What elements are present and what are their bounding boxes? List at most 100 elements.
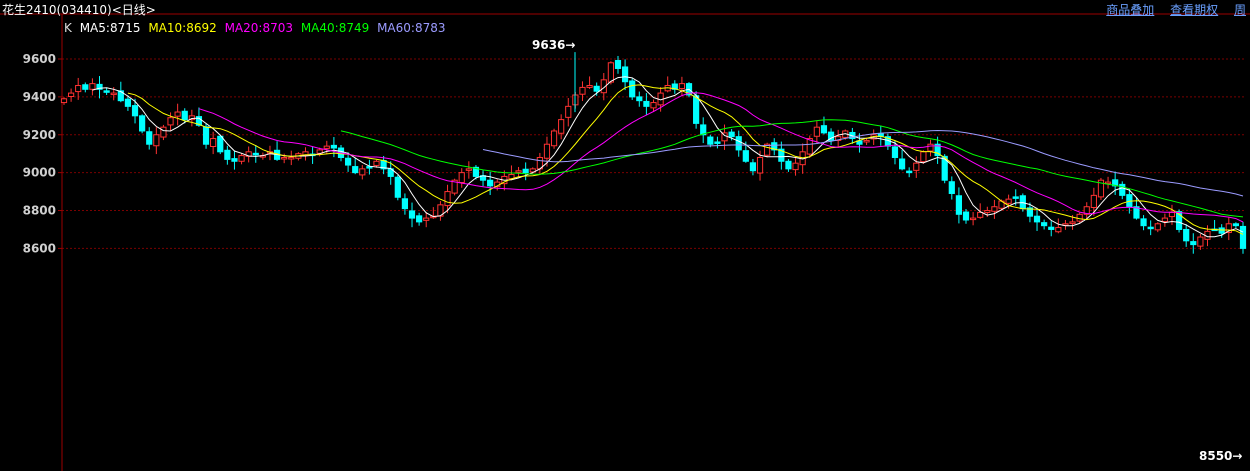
high-price-annotation: 9636→: [532, 38, 575, 52]
kline-chart[interactable]: 9600 9400 9200 9000 8800 8600 9636→ 8550→: [0, 0, 1250, 471]
candle-body: [1197, 236, 1204, 247]
candle-body: [252, 152, 259, 156]
candle-body: [423, 217, 430, 221]
candle-body: [742, 150, 749, 162]
y-tick-label: 8800: [23, 204, 56, 218]
candle-body: [401, 198, 409, 210]
weekly-link[interactable]: 周: [1234, 3, 1246, 17]
candle-body: [579, 86, 586, 95]
candle-body: [1041, 222, 1048, 227]
candle-body: [955, 195, 963, 215]
y-tick-label: 9600: [23, 52, 56, 66]
candle-body: [714, 141, 721, 144]
candle-body: [103, 90, 110, 93]
candle-body: [60, 98, 68, 104]
candle-body: [650, 102, 657, 109]
candle-body: [458, 172, 465, 183]
candle-body: [586, 85, 593, 88]
candle-body: [1090, 194, 1097, 208]
legend-ma5: MA5:8715: [79, 21, 141, 35]
candle-body: [614, 60, 622, 69]
y-tick-label: 9000: [23, 166, 56, 180]
price-annotations: 9636→ 8550→: [532, 38, 1242, 463]
low-price-annotation: 8550→: [1199, 449, 1242, 463]
candle-body: [89, 83, 96, 90]
candle-body: [749, 162, 757, 172]
candle-body: [160, 126, 167, 138]
candle-body: [1190, 241, 1197, 246]
candle-body: [1012, 196, 1019, 199]
candle-body: [75, 85, 82, 93]
candle-body: [607, 62, 614, 83]
legend-ma20: MA20:8703: [224, 21, 293, 35]
candle-body: [621, 66, 629, 83]
candle-body: [728, 131, 735, 138]
candle-body: [543, 143, 551, 159]
candle-body: [593, 85, 600, 92]
candle-body: [238, 155, 245, 162]
contract-title: 花生2410(034410)<日线>: [2, 3, 156, 17]
candle-body: [82, 84, 89, 90]
legend-k-label: K: [64, 21, 72, 35]
candle-body: [906, 170, 913, 174]
candle-body: [1161, 217, 1168, 223]
candle-body: [1183, 228, 1190, 242]
candle-body: [408, 210, 416, 219]
candle-body: [1147, 226, 1154, 230]
candle-body: [181, 110, 188, 121]
candle-body: [920, 151, 927, 163]
candle-body: [1033, 215, 1041, 223]
candle-body: [487, 179, 494, 187]
candle-body: [1232, 223, 1239, 227]
candle-body: [465, 168, 472, 171]
candle-body: [1048, 226, 1055, 230]
candle-body: [891, 146, 899, 158]
view-options-link[interactable]: 查看期权: [1170, 3, 1218, 17]
candle-body: [977, 211, 984, 218]
candle-body: [948, 181, 955, 194]
candle-body: [217, 135, 224, 153]
candle-body: [820, 125, 828, 134]
candle-body: [68, 92, 75, 98]
legend-ma60: MA60:8783: [377, 21, 446, 35]
candle-body: [756, 156, 764, 174]
candle-body: [1239, 225, 1247, 249]
y-tick-label: 9400: [23, 90, 56, 104]
ma60-line: [482, 129, 1244, 197]
candle-body: [984, 210, 991, 213]
candle-body: [323, 145, 330, 149]
candle-body: [330, 144, 337, 149]
candle-body: [1076, 213, 1083, 222]
candle-body: [131, 105, 139, 117]
candle-body: [1055, 227, 1062, 233]
candle-body: [281, 156, 288, 160]
candle-body: [927, 143, 934, 152]
legend-ma40: MA40:8749: [300, 21, 370, 35]
candle-body: [394, 176, 401, 198]
candle-body: [352, 166, 359, 174]
candle-body: [707, 136, 714, 145]
candlesticks: [60, 55, 1247, 254]
candle-body: [678, 83, 686, 90]
candle-body: [558, 119, 565, 134]
y-tick-label: 8600: [23, 241, 56, 255]
candle-body: [359, 168, 366, 176]
candle-body: [139, 115, 146, 132]
candle-body: [288, 156, 295, 160]
candle-body: [146, 131, 153, 145]
candle-body: [522, 168, 529, 174]
candle-body: [792, 162, 799, 171]
candle-body: [210, 138, 217, 148]
candle-body: [373, 160, 380, 166]
candle-body: [565, 105, 572, 118]
candle-body: [962, 211, 970, 221]
candle-body: [1218, 227, 1225, 234]
legend-ma10: MA10:8692: [148, 21, 217, 35]
candle-body: [416, 215, 423, 223]
candle-body: [550, 130, 558, 147]
overlay-commodity-link[interactable]: 商品叠加: [1106, 3, 1154, 17]
candle-body: [1069, 221, 1076, 224]
candle-body: [202, 126, 210, 145]
candle-body: [970, 217, 977, 221]
candle-body: [110, 92, 117, 96]
